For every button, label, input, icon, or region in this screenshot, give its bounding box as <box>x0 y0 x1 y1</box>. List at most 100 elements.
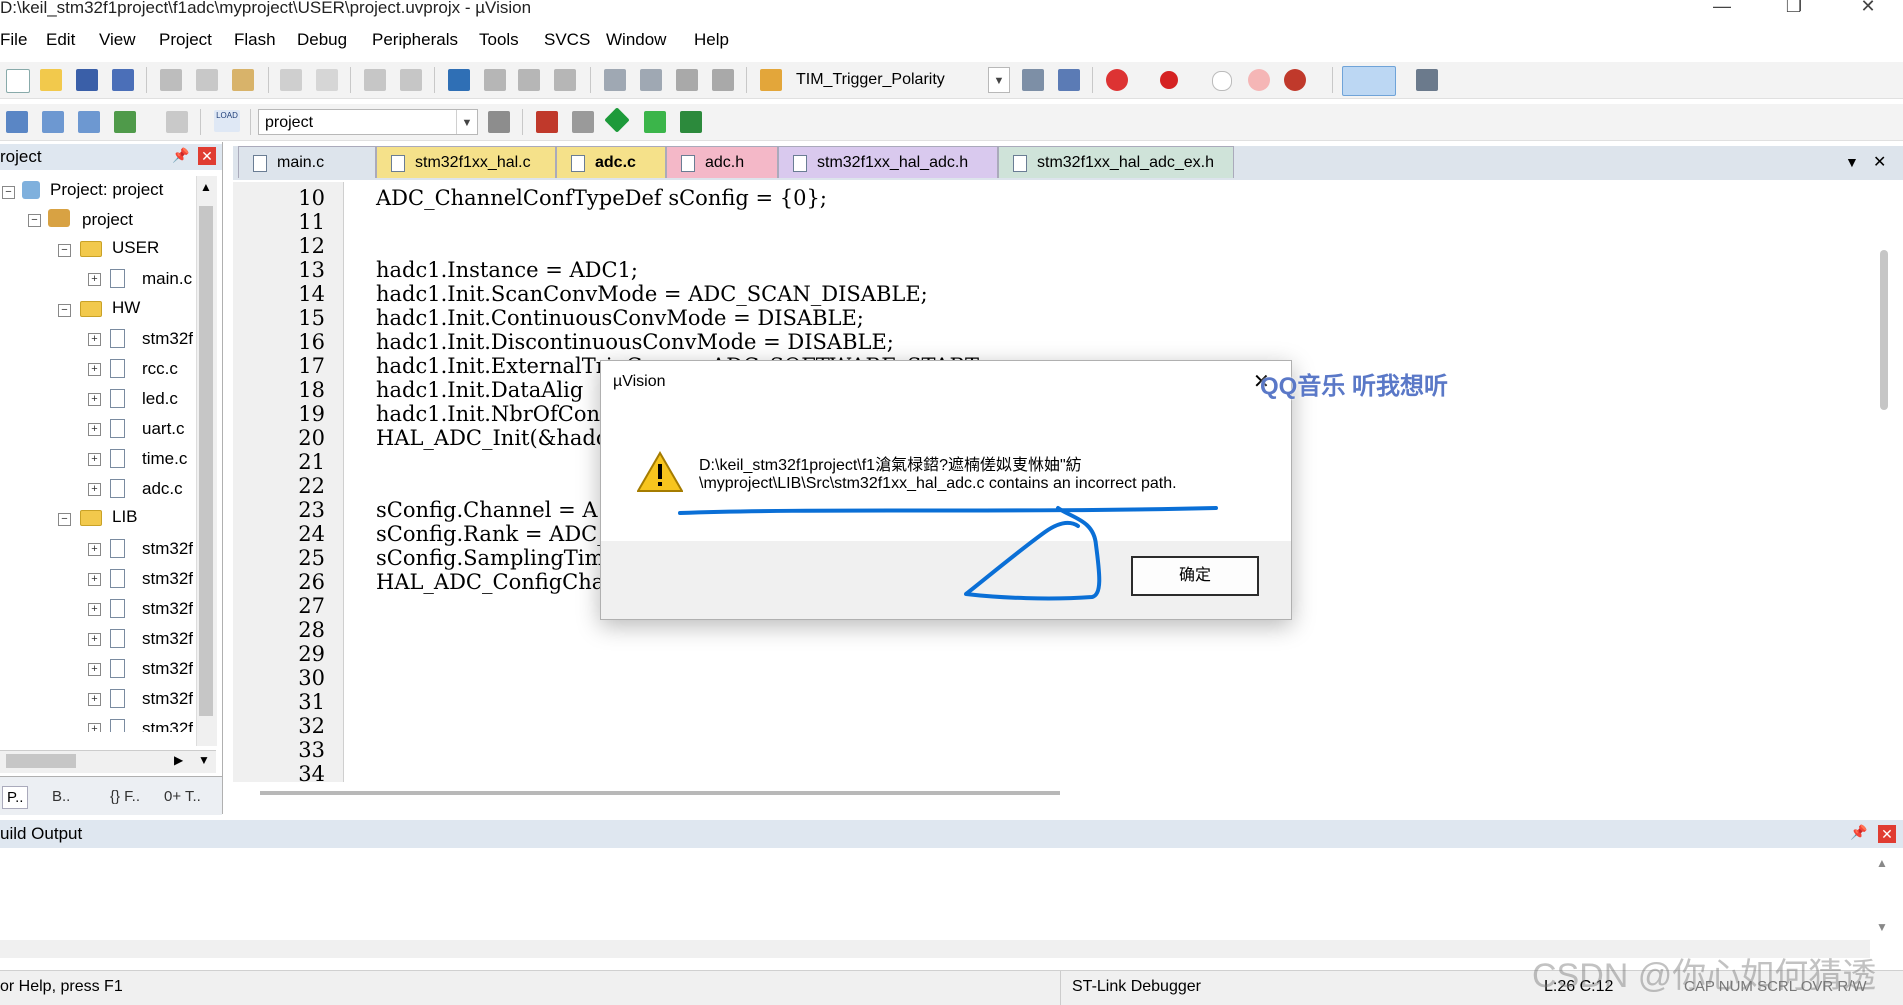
editor-vertical-scrollbar[interactable] <box>1880 250 1888 410</box>
breakpoint-icon[interactable] <box>1160 71 1178 89</box>
scroll-down-icon[interactable]: ▼ <box>1876 920 1888 934</box>
translate-icon[interactable] <box>6 111 28 133</box>
chevron-down-icon[interactable]: ▼ <box>988 67 1010 93</box>
menu-file[interactable]: File <box>0 30 27 50</box>
incremental-find-icon[interactable] <box>1058 69 1080 91</box>
expand-icon[interactable]: + <box>88 453 101 466</box>
tab-stm32f1xx-hal-adc-h[interactable]: stm32f1xx_hal_adc.h <box>778 146 998 178</box>
menu-peripherals[interactable]: Peripherals <box>372 30 458 50</box>
file-lib-2[interactable]: stm32f <box>142 569 193 589</box>
file-lib-4[interactable]: stm32f <box>142 629 193 649</box>
target-select[interactable]: project ▼ <box>258 109 478 135</box>
nav-back-icon[interactable] <box>364 69 386 91</box>
find-icon[interactable] <box>1022 69 1044 91</box>
file-lib-3[interactable]: stm32f <box>142 599 193 619</box>
pin-icon[interactable]: 📌 <box>1850 824 1867 841</box>
menu-help[interactable]: Help <box>694 30 729 50</box>
save-icon[interactable] <box>76 69 98 91</box>
file-adc-c[interactable]: adc.c <box>142 479 183 499</box>
find-combo[interactable]: TIM_Trigger_Polarity ▼ <box>790 67 1010 93</box>
tab-books[interactable]: B.. <box>52 788 70 805</box>
build-icon[interactable] <box>42 111 64 133</box>
expand-icon[interactable]: + <box>88 603 101 616</box>
scroll-up-icon[interactable]: ▲ <box>200 180 212 194</box>
collapse-icon[interactable]: − <box>58 244 71 257</box>
tab-menu-icon[interactable]: ▼ <box>1845 154 1859 170</box>
expand-icon[interactable]: + <box>88 393 101 406</box>
tab-adc-h[interactable]: adc.h <box>666 146 778 178</box>
menu-view[interactable]: View <box>99 30 136 50</box>
tab-main-c[interactable]: main.c <box>238 146 376 178</box>
cut-icon[interactable] <box>160 69 182 91</box>
file-led-c[interactable]: led.c <box>142 389 178 409</box>
bookmark-icon[interactable] <box>448 69 470 91</box>
nav-forward-icon[interactable] <box>400 69 422 91</box>
select-packs-icon[interactable] <box>644 111 666 133</box>
menu-window[interactable]: Window <box>606 30 666 50</box>
manage-multi-project-icon[interactable] <box>572 111 594 133</box>
group-user[interactable]: USER <box>112 238 159 258</box>
open-file-icon[interactable] <box>40 69 62 91</box>
load-icon[interactable]: LOAD <box>214 110 240 132</box>
indent-icon[interactable] <box>604 69 626 91</box>
next-bookmark-icon[interactable] <box>518 69 540 91</box>
manage-project-items-icon[interactable] <box>536 111 558 133</box>
minimize-button[interactable]: — <box>1702 0 1742 18</box>
tree-horizontal-scrollbar[interactable]: ▶ ▼ <box>0 750 216 773</box>
tree-vertical-scrollbar[interactable]: ▲ <box>196 176 217 746</box>
ok-button[interactable]: 确定 <box>1131 556 1259 596</box>
disable-breakpoint-icon[interactable] <box>1212 71 1232 91</box>
new-file-icon[interactable] <box>6 69 30 93</box>
file-lib-1[interactable]: stm32f <box>142 539 193 559</box>
comment-icon[interactable] <box>676 69 698 91</box>
kill-all-breakpoints-icon[interactable] <box>1284 69 1306 91</box>
file-rcc-c[interactable]: rcc.c <box>142 359 178 379</box>
tab-templates[interactable]: 0+ T.. <box>164 788 201 805</box>
expand-icon[interactable]: + <box>88 333 101 346</box>
scroll-thumb[interactable] <box>199 206 213 716</box>
menu-edit[interactable]: Edit <box>46 30 75 50</box>
project-root[interactable]: Project: project <box>50 180 163 200</box>
expand-icon[interactable]: + <box>88 633 101 646</box>
tab-stm32f1xx-hal-c[interactable]: stm32f1xx_hal.c <box>376 146 556 178</box>
file-lib-5[interactable]: stm32f <box>142 659 193 679</box>
menu-svcs[interactable]: SVCS <box>544 30 590 50</box>
window-layout-icon[interactable] <box>1342 66 1396 96</box>
save-all-icon[interactable] <box>112 69 134 91</box>
expand-icon[interactable]: + <box>88 363 101 376</box>
file-time-c[interactable]: time.c <box>142 449 187 469</box>
find-in-files-icon[interactable] <box>760 69 782 91</box>
rebuild-icon[interactable] <box>78 111 100 133</box>
menu-tools[interactable]: Tools <box>479 30 519 50</box>
menu-debug[interactable]: Debug <box>297 30 347 50</box>
expand-icon[interactable]: + <box>88 543 101 556</box>
file-main-c[interactable]: main.c <box>142 269 192 289</box>
prev-bookmark-icon[interactable] <box>484 69 506 91</box>
scroll-up-icon[interactable]: ▲ <box>1876 856 1888 870</box>
manage-rte-icon[interactable] <box>604 107 630 133</box>
scroll-right-icon[interactable]: ▶ <box>174 753 183 767</box>
paste-icon[interactable] <box>232 69 254 91</box>
scroll-thumb[interactable] <box>6 754 76 768</box>
batch-build-icon[interactable] <box>114 111 136 133</box>
tab-stm32f1xx-hal-adc-ex-h[interactable]: stm32f1xx_hal_adc_ex.h <box>998 146 1234 178</box>
maximize-button[interactable]: ❐ <box>1774 0 1814 18</box>
file-lib-7[interactable]: stm32f <box>142 719 193 732</box>
unindent-icon[interactable] <box>640 69 662 91</box>
expand-icon[interactable]: + <box>88 423 101 436</box>
collapse-icon[interactable]: − <box>58 513 71 526</box>
expand-icon[interactable]: + <box>88 663 101 676</box>
file-hw-1[interactable]: stm32f <box>142 329 193 349</box>
pin-icon[interactable]: 📌 <box>172 147 189 164</box>
chevron-down-icon[interactable]: ▼ <box>456 110 477 134</box>
close-window-button[interactable]: ✕ <box>1848 0 1888 18</box>
file-uart-c[interactable]: uart.c <box>142 419 185 439</box>
group-hw[interactable]: HW <box>112 298 140 318</box>
tab-adc-c[interactable]: adc.c <box>556 146 666 178</box>
file-lib-6[interactable]: stm32f <box>142 689 193 709</box>
debug-start-icon[interactable] <box>1106 69 1128 91</box>
clear-bookmarks-icon[interactable] <box>554 69 576 91</box>
expand-icon[interactable]: + <box>88 723 101 732</box>
scroll-down-icon[interactable]: ▼ <box>198 753 210 767</box>
configure-icon[interactable] <box>1416 69 1438 91</box>
